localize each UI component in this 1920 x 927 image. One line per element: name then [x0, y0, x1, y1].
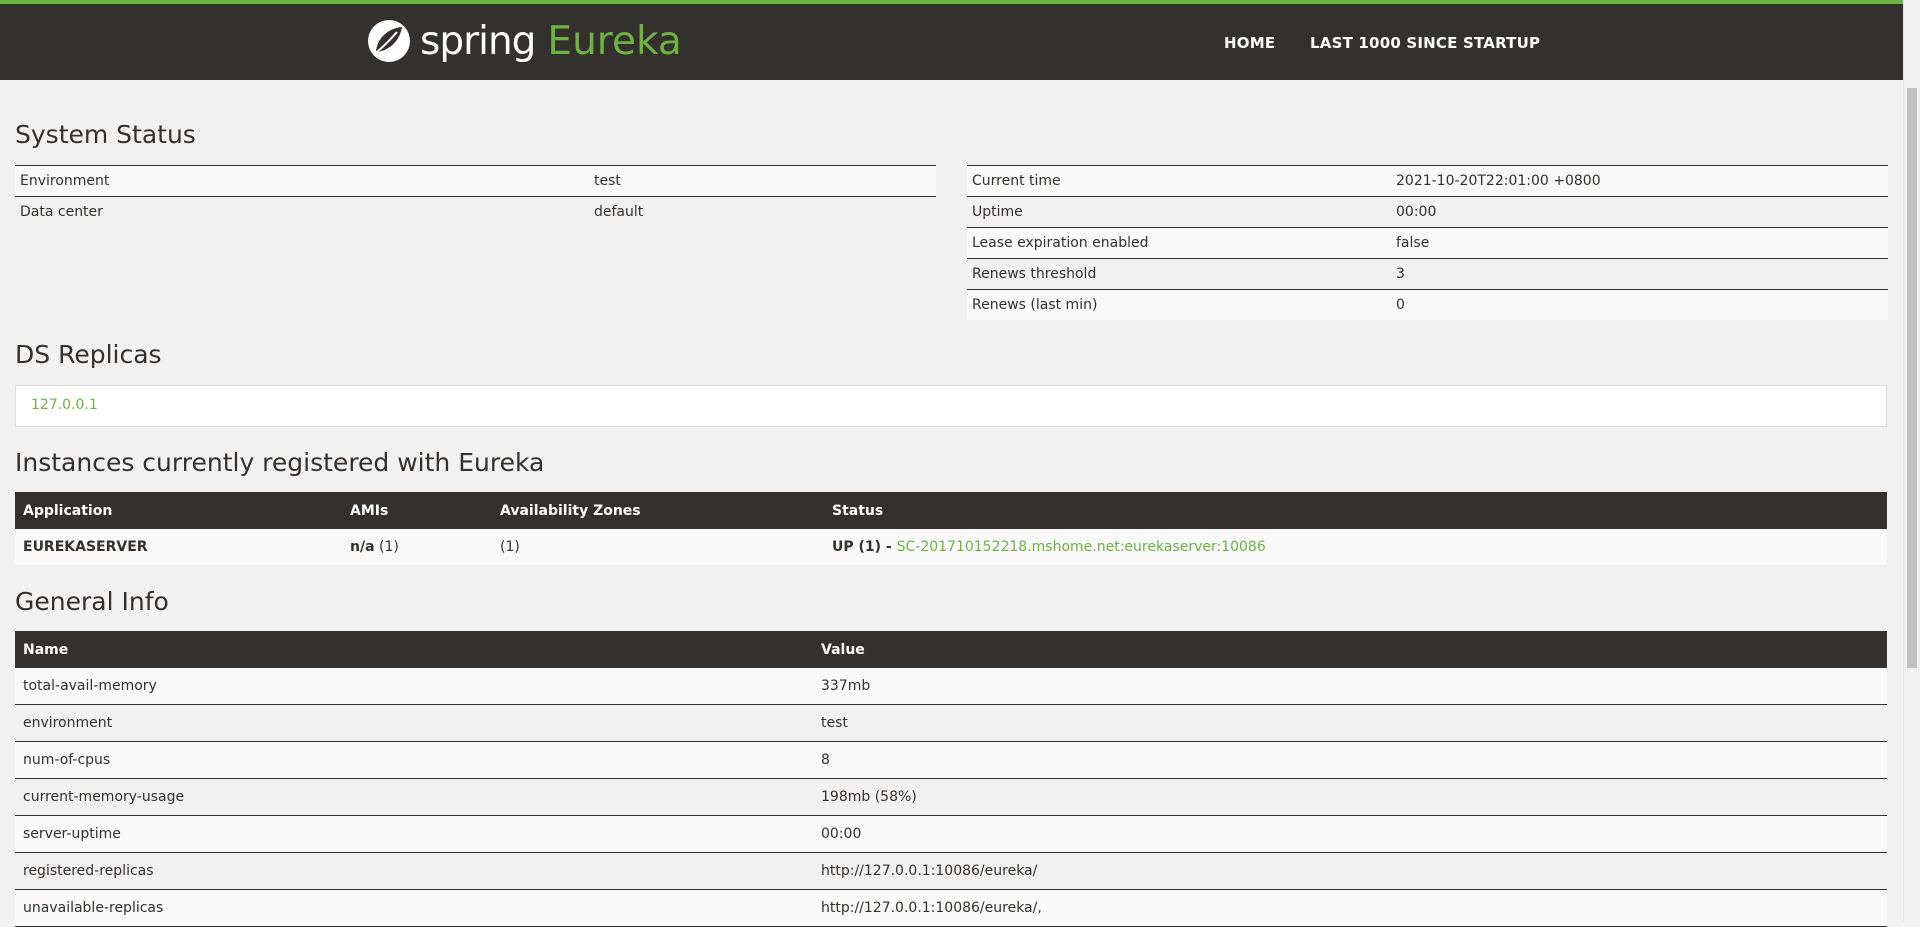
status-value: test [589, 165, 936, 197]
table-row: Data center default [15, 196, 936, 227]
replica-link[interactable]: 127.0.0.1 [31, 397, 98, 413]
table-row: Renews threshold 3 [967, 258, 1888, 290]
table-row: current-memory-usage 198mb (58%) [15, 778, 1887, 816]
amis-count: (1) [378, 539, 399, 555]
info-value: 8 [813, 741, 1887, 779]
top-navbar: spring Eureka HOME LAST 1000 SINCE START… [0, 0, 1903, 80]
table-row: Uptime 00:00 [967, 196, 1888, 228]
table-row: Lease expiration enabled false [967, 227, 1888, 259]
logo-spring-text: spring [420, 18, 536, 64]
general-info-heading: General Info [15, 587, 169, 616]
table-row: Current time 2021-10-20T22:01:00 +0800 [967, 165, 1888, 197]
system-status-right-table: Current time 2021-10-20T22:01:00 +0800 U… [967, 165, 1888, 320]
info-name: server-uptime [15, 815, 813, 853]
instance-link[interactable]: SC-201710152218.mshome.net:eurekaserver:… [897, 539, 1266, 555]
status-label: Renews threshold [967, 258, 1391, 290]
info-value: 00:00 [813, 815, 1887, 853]
logo-eureka-text: Eureka [547, 18, 682, 64]
scrollbar-thumb[interactable] [1907, 88, 1917, 668]
status-value: 00:00 [1391, 196, 1888, 228]
info-value: 337mb [813, 668, 1887, 705]
spring-eureka-logo[interactable]: spring Eureka [366, 16, 682, 66]
info-value: http://127.0.0.1:10086/eureka/ [813, 852, 1887, 890]
amis-label: n/a [350, 539, 375, 555]
vertical-scrollbar[interactable] [1903, 0, 1920, 921]
ds-replicas-list: 127.0.0.1 [15, 385, 1887, 427]
status-label: Environment [15, 165, 589, 197]
info-name: total-avail-memory [15, 668, 813, 705]
status-label: Data center [15, 196, 589, 227]
table-row: num-of-cpus 8 [15, 741, 1887, 779]
status-value: 2021-10-20T22:01:00 +0800 [1391, 165, 1888, 197]
column-header-availability-zones: Availability Zones [492, 492, 824, 529]
instance-zones: (1) [492, 529, 824, 565]
table-row: registered-replicas http://127.0.0.1:100… [15, 852, 1887, 890]
ds-replicas-heading: DS Replicas [15, 340, 162, 369]
column-header-amis: AMIs [342, 492, 492, 529]
column-header-application: Application [15, 492, 342, 529]
info-value: test [813, 704, 1887, 742]
nav-last-1000-link[interactable]: LAST 1000 SINCE STARTUP [1310, 34, 1540, 52]
table-header-row: Name Value [15, 631, 1887, 668]
system-status-heading: System Status [15, 120, 196, 149]
status-value: 0 [1391, 289, 1888, 320]
status-value: default [589, 196, 936, 227]
table-row: total-avail-memory 337mb [15, 668, 1887, 705]
info-name: num-of-cpus [15, 741, 813, 779]
status-label: Current time [967, 165, 1391, 197]
spring-leaf-icon [368, 20, 410, 62]
instance-amis: n/a (1) [342, 529, 492, 565]
nav-home-link[interactable]: HOME [1224, 34, 1275, 52]
column-header-value: Value [813, 631, 1887, 668]
instances-table: Application AMIs Availability Zones Stat… [15, 492, 1887, 565]
table-row: environment test [15, 704, 1887, 742]
instance-status: UP (1) - SC-201710152218.mshome.net:eure… [824, 529, 1887, 565]
table-row: server-uptime 00:00 [15, 815, 1887, 853]
table-row: EUREKASERVER n/a (1) (1) UP (1) - SC-201… [15, 529, 1887, 565]
info-value: 198mb (58%) [813, 778, 1887, 816]
status-prefix: UP (1) - [832, 539, 897, 555]
instances-heading: Instances currently registered with Eure… [15, 448, 545, 477]
table-row: Renews (last min) 0 [967, 289, 1888, 320]
info-name: environment [15, 704, 813, 742]
column-header-status: Status [824, 492, 1887, 529]
status-value: false [1391, 227, 1888, 259]
status-label: Lease expiration enabled [967, 227, 1391, 259]
table-row: Environment test [15, 165, 936, 197]
system-status-left-table: Environment test Data center default [15, 165, 936, 227]
info-name: current-memory-usage [15, 778, 813, 816]
general-info-table: Name Value total-avail-memory 337mb envi… [15, 631, 1887, 927]
status-label: Renews (last min) [967, 289, 1391, 320]
instance-application: EUREKASERVER [15, 529, 342, 565]
table-header-row: Application AMIs Availability Zones Stat… [15, 492, 1887, 529]
status-label: Uptime [967, 196, 1391, 228]
info-name: registered-replicas [15, 852, 813, 890]
column-header-name: Name [15, 631, 813, 668]
status-value: 3 [1391, 258, 1888, 290]
